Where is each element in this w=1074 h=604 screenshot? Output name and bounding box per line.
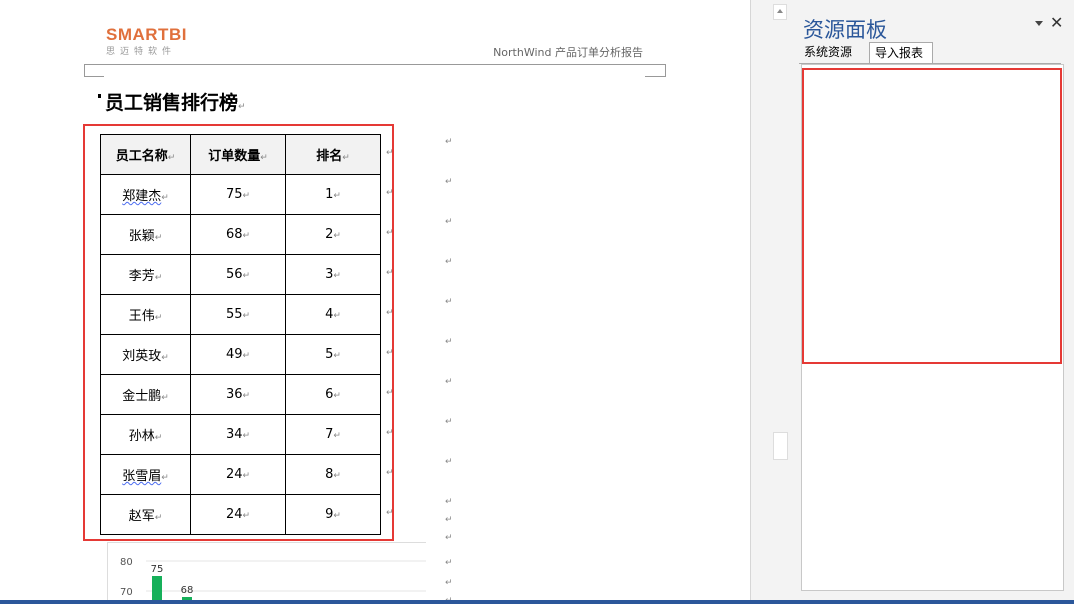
rank-cell[interactable]: 2↵ bbox=[285, 214, 381, 255]
employee-name-cell[interactable]: 李芳↵ bbox=[100, 254, 191, 295]
heading-bullet bbox=[98, 94, 101, 98]
rank-cell[interactable]: 7↵ bbox=[285, 414, 381, 455]
resource-panel: 资源面板 ✕ 系统资源 导入报表 bbox=[792, 0, 1074, 604]
y-tick-label: 70 bbox=[120, 587, 133, 598]
table-row: 刘英玫↵ 49↵ 5↵ bbox=[100, 334, 381, 375]
status-strip bbox=[0, 600, 1074, 604]
paragraph-mark: ↵ bbox=[445, 297, 453, 307]
row-end-mark: ↵ bbox=[386, 348, 394, 358]
paragraph-mark: ↵ bbox=[445, 417, 453, 427]
panel-options-dropdown-icon[interactable] bbox=[1033, 18, 1045, 28]
paragraph-mark: ↵ bbox=[445, 217, 453, 227]
paragraph-mark: ↵ bbox=[445, 337, 453, 347]
table-row: 张颖↵ 68↵ 2↵ bbox=[100, 214, 381, 255]
order-count-cell[interactable]: 24↵ bbox=[190, 494, 286, 535]
scroll-up-button[interactable] bbox=[773, 4, 787, 20]
employee-name-cell[interactable]: 金士鹏↵ bbox=[100, 374, 191, 415]
scroll-thumb[interactable] bbox=[773, 432, 788, 460]
bar-value-label: 75 bbox=[151, 564, 164, 575]
paragraph-mark: ↵ bbox=[445, 497, 453, 507]
row-end-mark: ↵ bbox=[386, 268, 394, 278]
header-corner-left-tick bbox=[84, 76, 104, 77]
logo-text: SMARTBI bbox=[106, 25, 187, 44]
table-row: 郑建杰↵ 75↵ 1↵ bbox=[100, 174, 381, 215]
order-count-cell[interactable]: 36↵ bbox=[190, 374, 286, 415]
table-row: 王伟↵ 55↵ 4↵ bbox=[100, 294, 381, 335]
column-header-rank[interactable]: 排名↵ bbox=[285, 134, 381, 175]
employee-name-cell[interactable]: 张雪眉↵ bbox=[100, 454, 191, 495]
document-page[interactable]: SMARTBI 思迈特软件 NorthWind 产品订单分析报告 员工销售排行榜… bbox=[0, 0, 750, 604]
panel-highlight-box bbox=[802, 68, 1062, 364]
row-end-mark: ↵ bbox=[386, 508, 394, 518]
table-row: 张雪眉↵ 24↵ 8↵ bbox=[100, 454, 381, 495]
employee-name-cell[interactable]: 刘英玫↵ bbox=[100, 334, 191, 375]
employee-name-cell[interactable]: 赵军↵ bbox=[100, 494, 191, 535]
header-title: NorthWind 产品订单分析报告 bbox=[493, 46, 643, 59]
rank-cell[interactable]: 4↵ bbox=[285, 294, 381, 335]
row-end-mark: ↵ bbox=[386, 148, 394, 158]
column-header-name[interactable]: 员工名称↵ bbox=[100, 134, 191, 175]
rank-cell[interactable]: 3↵ bbox=[285, 254, 381, 295]
order-count-cell[interactable]: 55↵ bbox=[190, 294, 286, 335]
paragraph-mark: ↵ bbox=[445, 177, 453, 187]
row-end-mark: ↵ bbox=[386, 228, 394, 238]
rank-cell[interactable]: 1↵ bbox=[285, 174, 381, 215]
chart-svg: 80 70 75 68 bbox=[120, 557, 426, 604]
y-tick-label: 80 bbox=[120, 557, 133, 568]
row-end-mark: ↵ bbox=[386, 308, 394, 318]
bar-value-label: 68 bbox=[181, 585, 194, 596]
employee-name-cell[interactable]: 孙林↵ bbox=[100, 414, 191, 455]
table-header-row: 员工名称↵ 订单数量↵ 排名↵ bbox=[100, 134, 381, 175]
order-count-cell[interactable]: 34↵ bbox=[190, 414, 286, 455]
heading-text: 员工销售排行榜 bbox=[105, 92, 239, 114]
order-count-cell[interactable]: 75↵ bbox=[190, 174, 286, 215]
orders-bar-chart[interactable]: 80 70 75 68 bbox=[107, 542, 426, 604]
tab-system-resources[interactable]: 系统资源 bbox=[799, 42, 863, 63]
panel-title: 资源面板 bbox=[803, 18, 887, 42]
paragraph-mark: ↵ bbox=[445, 578, 453, 588]
header-rule bbox=[84, 64, 666, 65]
column-header-orders[interactable]: 订单数量↵ bbox=[190, 134, 286, 175]
vertical-scrollbar[interactable] bbox=[750, 0, 793, 604]
rank-cell[interactable]: 9↵ bbox=[285, 494, 381, 535]
paragraph-mark: ↵ bbox=[445, 257, 453, 267]
employee-name-cell[interactable]: 郑建杰↵ bbox=[100, 174, 191, 215]
order-count-cell[interactable]: 68↵ bbox=[190, 214, 286, 255]
paragraph-mark: ↵ bbox=[445, 558, 453, 568]
logo-subtext: 思迈特软件 bbox=[106, 47, 177, 57]
table-row: 孙林↵ 34↵ 7↵ bbox=[100, 414, 381, 455]
row-end-mark: ↵ bbox=[386, 388, 394, 398]
paragraph-mark: ↵ bbox=[238, 102, 246, 112]
paragraph-mark: ↵ bbox=[445, 137, 453, 147]
table-row: 金士鹏↵ 36↵ 6↵ bbox=[100, 374, 381, 415]
tab-import-report[interactable]: 导入报表 bbox=[869, 42, 933, 63]
table-row: 李芳↵ 56↵ 3↵ bbox=[100, 254, 381, 295]
employee-name-cell[interactable]: 王伟↵ bbox=[100, 294, 191, 335]
row-end-mark: ↵ bbox=[386, 188, 394, 198]
row-end-mark: ↵ bbox=[386, 428, 394, 438]
panel-close-icon[interactable]: ✕ bbox=[1050, 13, 1063, 32]
paragraph-mark: ↵ bbox=[445, 377, 453, 387]
row-end-mark: ↵ bbox=[386, 468, 394, 478]
order-count-cell[interactable]: 56↵ bbox=[190, 254, 286, 295]
rank-cell[interactable]: 8↵ bbox=[285, 454, 381, 495]
employee-name-cell[interactable]: 张颖↵ bbox=[100, 214, 191, 255]
table-row: 赵军↵ 24↵ 9↵ bbox=[100, 494, 381, 535]
rank-cell[interactable]: 6↵ bbox=[285, 374, 381, 415]
paragraph-mark: ↵ bbox=[445, 533, 453, 543]
employee-ranking-table[interactable]: 员工名称↵ 订单数量↵ 排名↵ 郑建杰↵ 75↵ 1↵ 张颖↵ 68↵ 2↵ 李芳↵ 56↵ 3… bbox=[100, 134, 381, 535]
rank-cell[interactable]: 5↵ bbox=[285, 334, 381, 375]
paragraph-mark: ↵ bbox=[445, 515, 453, 525]
section-heading[interactable]: 员工销售排行榜↵ bbox=[98, 88, 246, 115]
header-corner-right bbox=[645, 64, 666, 76]
paragraph-mark: ↵ bbox=[445, 457, 453, 467]
order-count-cell[interactable]: 24↵ bbox=[190, 454, 286, 495]
header-corner-right-tick bbox=[645, 76, 666, 77]
header-corner-left bbox=[84, 64, 105, 76]
order-count-cell[interactable]: 49↵ bbox=[190, 334, 286, 375]
smartbi-logo: SMARTBI 思迈特软件 bbox=[106, 25, 187, 58]
